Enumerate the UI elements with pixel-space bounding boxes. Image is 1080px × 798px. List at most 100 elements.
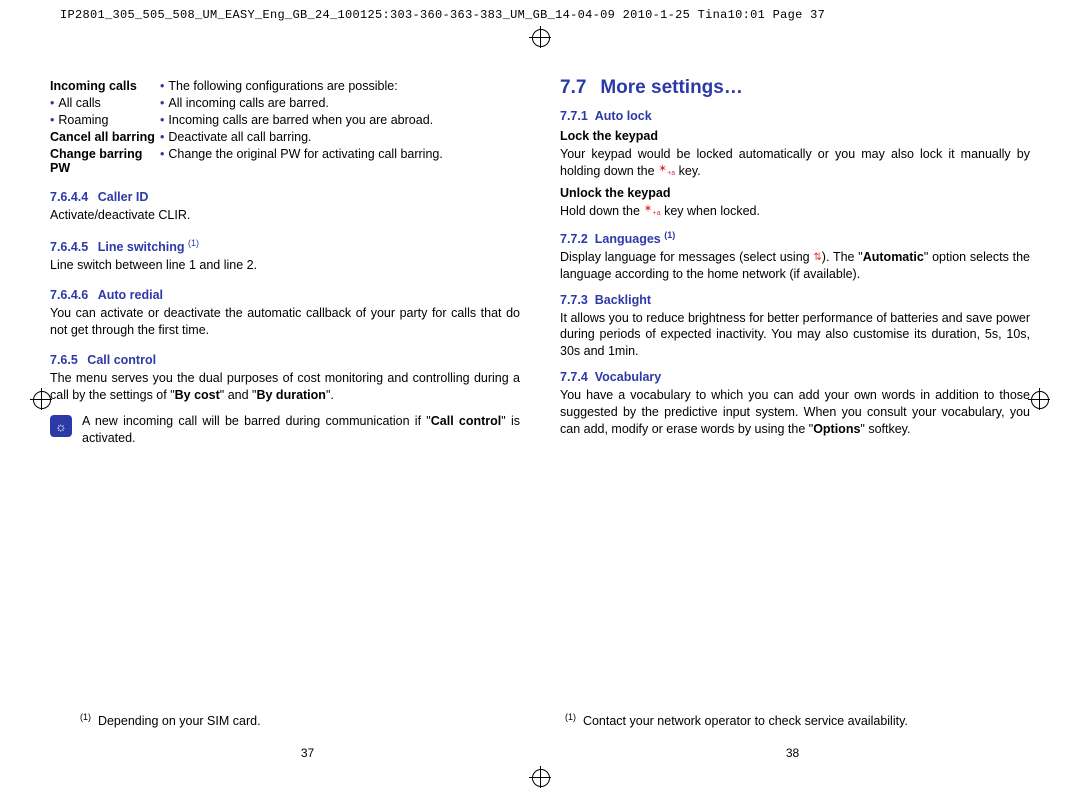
- bullet-icon: •: [160, 79, 164, 93]
- text: ".: [326, 388, 334, 402]
- section-7-7-2: 7.7.2 Languages (1): [560, 230, 1030, 246]
- section-number: 7.6.5: [50, 353, 78, 367]
- page-number: 37: [80, 746, 535, 760]
- bullet-icon: •: [160, 130, 164, 144]
- tip-icon: ☼: [50, 415, 72, 437]
- section-7-6-4-5: 7.6.4.5 Line switching (1): [50, 238, 520, 254]
- bold-text: By duration: [256, 388, 325, 402]
- bullet-icon: •: [50, 96, 54, 110]
- section-7-7-1: 7.7.1 Auto lock: [560, 109, 1030, 123]
- table-row: Change barring PW • Change the original P…: [50, 145, 520, 176]
- chapter-heading: 7.7 More settings…: [560, 77, 1030, 99]
- sub-heading-unlock: Unlock the keypad: [560, 186, 1030, 200]
- section-7-6-4-4: 7.6.4.4 Caller ID: [50, 190, 520, 204]
- footnote-ref: (1): [664, 230, 675, 240]
- registration-mark-right: [1028, 388, 1050, 410]
- row-text: Incoming calls are barred when you are a…: [168, 113, 433, 127]
- text: " softkey.: [860, 422, 910, 436]
- section-body: Display language for messages (select us…: [560, 249, 1030, 283]
- row-text: All incoming calls are barred.: [168, 96, 329, 110]
- section-body: The menu serves you the dual purposes of…: [50, 370, 520, 404]
- section-body: Hold down the ✶+a key when locked.: [560, 203, 1030, 220]
- text: Hold down the: [560, 204, 643, 218]
- table-row: Incoming calls • The following configurat…: [50, 77, 520, 94]
- footnote-text: Depending on your SIM card.: [98, 714, 261, 728]
- section-number: 7.7.1: [560, 109, 588, 123]
- registration-mark-left: [30, 388, 52, 410]
- section-body: It allows you to reduce brightness for b…: [560, 310, 1030, 361]
- page-37: Incoming calls • The following configurat…: [50, 77, 520, 447]
- row-label: Incoming calls: [50, 79, 137, 93]
- footnote-text: Contact your network operator to check s…: [583, 714, 908, 728]
- tip-box: ☼ A new incoming call will be barred dur…: [50, 413, 520, 447]
- bold-text: Options: [813, 422, 860, 436]
- page-number: 38: [565, 746, 1020, 760]
- sub-heading-lock: Lock the keypad: [560, 129, 1030, 143]
- footnote-marker: (1): [565, 712, 576, 722]
- star-key-icon: ✶+a: [643, 204, 660, 219]
- text: key when locked.: [661, 204, 760, 218]
- text: You have a vocabulary to which you can a…: [560, 388, 1030, 436]
- row-label: Change barring PW: [50, 147, 142, 175]
- section-title: Vocabulary: [595, 370, 661, 384]
- section-7-7-4: 7.7.4 Vocabulary: [560, 370, 1030, 384]
- chapter-number: 7.7: [560, 77, 586, 98]
- footnote-right: (1) Contact your network operator to che…: [535, 712, 1020, 760]
- row-text: Deactivate all call barring.: [168, 130, 311, 144]
- row-text: Change the original PW for activating ca…: [168, 147, 442, 161]
- up-down-arrow-icon: ⇅: [813, 251, 821, 265]
- section-number: 7.7.3: [560, 293, 588, 307]
- star-key-icon: ✶+a: [658, 164, 675, 179]
- footnote-ref: (1): [188, 238, 199, 248]
- section-number: 7.6.4.6: [50, 288, 88, 302]
- bullet-icon: •: [50, 113, 54, 127]
- section-number: 7.7.2: [560, 232, 588, 246]
- bullet-icon: •: [160, 96, 164, 110]
- section-number: 7.6.4.4: [50, 190, 88, 204]
- section-body: You can activate or deactivate the autom…: [50, 305, 520, 339]
- bold-text: By cost: [175, 388, 220, 402]
- text: " and ": [220, 388, 257, 402]
- table-row: Cancel all barring • Deactivate all call …: [50, 128, 520, 145]
- section-title: Backlight: [595, 293, 651, 307]
- section-body: Your keypad would be locked automaticall…: [560, 146, 1030, 180]
- section-7-6-4-6: 7.6.4.6 Auto redial: [50, 288, 520, 302]
- section-number: 7.7.4: [560, 370, 588, 384]
- row-text: The following configurations are possibl…: [168, 79, 397, 93]
- text: key.: [675, 164, 700, 178]
- table-row: • All calls • All incoming calls are barre…: [50, 94, 520, 111]
- section-7-7-3: 7.7.3 Backlight: [560, 293, 1030, 307]
- section-title: Auto lock: [595, 109, 652, 123]
- footnote-left: (1) Depending on your SIM card. 37: [80, 712, 535, 760]
- table-row: • Roaming • Incoming calls are barred when…: [50, 111, 520, 128]
- footnote-marker: (1): [80, 712, 91, 722]
- bold-text: Automatic: [863, 250, 924, 264]
- lightbulb-icon: ☼: [55, 419, 67, 434]
- section-title: Auto redial: [98, 288, 163, 302]
- row-label: Cancel all barring: [50, 130, 155, 144]
- chapter-title: More settings…: [600, 77, 743, 98]
- section-title: Languages: [595, 232, 661, 246]
- text: A new incoming call will be barred durin…: [82, 414, 431, 428]
- section-body: You have a vocabulary to which you can a…: [560, 387, 1030, 438]
- bullet-icon: •: [160, 113, 164, 127]
- row-label: All calls: [58, 96, 100, 110]
- section-body: Line switch between line 1 and line 2.: [50, 257, 520, 274]
- bullet-icon: •: [160, 147, 164, 161]
- bold-text: Call control: [431, 414, 502, 428]
- registration-mark-bottom: [529, 766, 551, 788]
- section-title: Caller ID: [98, 190, 149, 204]
- page-38: 7.7 More settings… 7.7.1 Auto lock Lock …: [560, 77, 1030, 447]
- section-7-6-5: 7.6.5 Call control: [50, 353, 520, 367]
- registration-mark-top: [529, 26, 551, 48]
- text: Display language for messages (select us…: [560, 250, 813, 264]
- section-number: 7.6.4.5: [50, 240, 88, 254]
- section-title: Call control: [87, 353, 156, 367]
- section-body: Activate/deactivate CLIR.: [50, 207, 520, 224]
- text: Your keypad would be locked automaticall…: [560, 147, 1030, 178]
- print-header: IP2801_305_505_508_UM_EASY_Eng_GB_24_100…: [0, 0, 1080, 22]
- row-label: Roaming: [58, 113, 108, 127]
- call-barring-table: Incoming calls • The following configurat…: [50, 77, 520, 176]
- section-title: Line switching: [98, 240, 185, 254]
- text: ). The ": [822, 250, 863, 264]
